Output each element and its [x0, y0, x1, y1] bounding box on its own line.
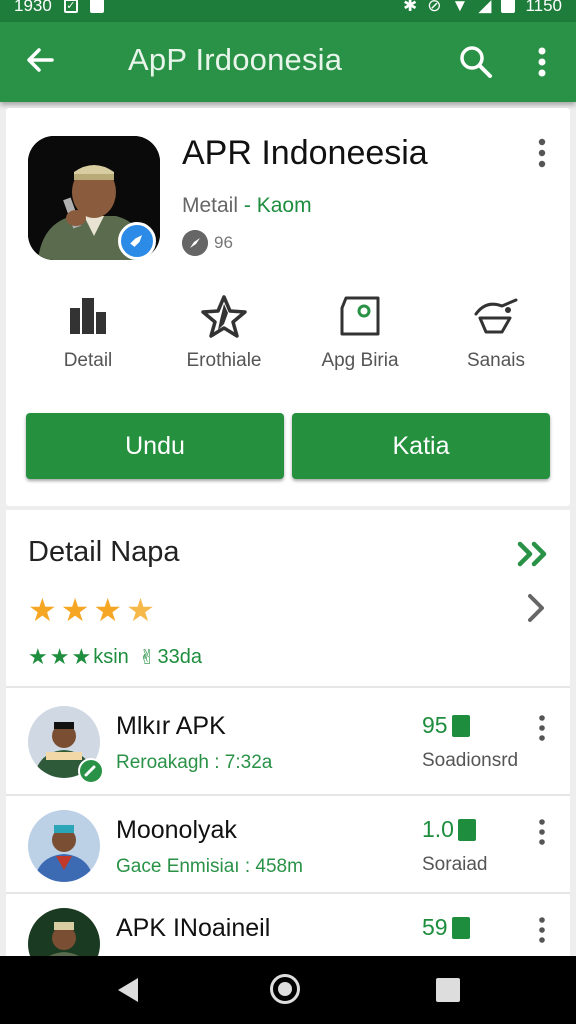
- rating-stars: ★ ★ ★ ★: [28, 594, 155, 626]
- bluetooth-icon: ✱: [403, 0, 418, 15]
- double-chevron-right-icon[interactable]: [516, 540, 552, 568]
- item-caption: Soadionsrd: [422, 750, 519, 771]
- green-star-icon: ★: [28, 644, 48, 669]
- verified-icon: [118, 222, 156, 260]
- checkbox-notification-icon: ✓: [63, 0, 78, 13]
- card-more-icon[interactable]: [530, 136, 554, 170]
- item-number-value: 1.0: [422, 816, 454, 842]
- action-sanais-label: Sanais: [466, 350, 526, 371]
- arrow-left-icon[interactable]: [22, 42, 58, 78]
- item-title: APK INoaineil: [116, 914, 271, 942]
- cart-icon: [474, 298, 518, 334]
- item-caption: Soraiad: [422, 854, 488, 875]
- item-more-icon[interactable]: [534, 714, 550, 742]
- update-badge-icon: [78, 758, 104, 784]
- divider: [6, 892, 570, 894]
- download-icon: [457, 818, 476, 841]
- item-subtitle: Gace Enmisiaı : 458m: [116, 856, 303, 877]
- action-detail-label: Detail: [63, 350, 113, 371]
- divider: [6, 794, 570, 796]
- mute-icon: ⊘: [427, 0, 442, 15]
- compass-icon: [182, 230, 208, 256]
- app-header-card: APR Indoneesia Metail - Kaom 96 Detail E…: [6, 108, 570, 506]
- thumb-icon: ✌: [138, 646, 156, 669]
- tag-icon: [340, 296, 380, 336]
- item-more-icon[interactable]: [534, 818, 550, 846]
- action-erothiale[interactable]: Erothiale: [154, 294, 294, 372]
- star-full-icon: ★: [93, 592, 123, 628]
- nav-recents-icon[interactable]: [436, 978, 460, 1002]
- green-star-icon: ★: [49, 644, 70, 669]
- app-meta-value: 96: [214, 233, 233, 252]
- rating-count: 33da: [157, 645, 203, 668]
- divider: [6, 686, 570, 688]
- app-name: APR Indoneesia: [182, 134, 428, 172]
- list-item[interactable]: Mlkır APK Reroakagh : 7:32a 95 Soadionsr…: [6, 700, 570, 798]
- item-number-value: 95: [422, 712, 448, 738]
- item-title: Moonolyak: [116, 816, 237, 844]
- star-outline-icon: [201, 295, 247, 338]
- app-bar-title: ApP Irdoonesia: [128, 42, 343, 77]
- detail-card: Detail Napa ★ ★ ★ ★ ★ ★ ★ ksin ✌ 33da Ml…: [6, 510, 570, 980]
- search-icon[interactable]: [456, 42, 496, 82]
- star-full-icon: ★: [28, 592, 57, 628]
- building-icon: [70, 298, 106, 334]
- item-number-value: 59: [422, 914, 448, 940]
- item-title: Mlkır APK: [116, 712, 226, 740]
- developer-name: Kaom: [256, 194, 312, 217]
- item-more-icon[interactable]: [534, 916, 550, 944]
- action-apg-biria[interactable]: Apg Biria: [290, 294, 430, 372]
- section-title: Detail Napa: [28, 536, 180, 568]
- download-icon: [451, 714, 470, 737]
- item-number: 1.0: [422, 816, 476, 843]
- status-time-left: 1930: [14, 0, 52, 15]
- download-icon: [451, 916, 470, 939]
- battery-icon: [501, 0, 516, 13]
- green-star-icon: ★: [71, 644, 92, 669]
- status-bar: 1930 ✓ ✱ ⊘ ▼ ◢ 1150: [0, 0, 576, 22]
- star-half-icon: ★: [126, 592, 155, 628]
- nav-home-icon[interactable]: [270, 974, 300, 1004]
- action-apg-biria-label: Apg Biria: [321, 350, 399, 371]
- secondary-button[interactable]: Katia: [292, 413, 550, 479]
- action-detail[interactable]: Detail: [18, 294, 158, 372]
- system-nav-bar: [0, 956, 576, 1024]
- rating-text: ksin: [93, 645, 129, 668]
- list-item[interactable]: Moonolyak Gace Enmisiaı : 458m 1.0 Sorai…: [6, 804, 570, 902]
- action-erothiale-label: Erothiale: [186, 350, 262, 371]
- app-bar: ApP Irdoonesia: [0, 22, 576, 102]
- status-time-right: 1150: [525, 0, 562, 15]
- item-subtitle: Reroakagh : 7:32a: [116, 752, 273, 773]
- chevron-right-icon[interactable]: [522, 590, 550, 626]
- star-full-icon: ★: [60, 592, 90, 628]
- notification-icon: [89, 0, 104, 13]
- nav-back-icon[interactable]: [114, 976, 142, 1004]
- item-number: 95: [422, 712, 470, 739]
- developer-prefix: Metail: [182, 194, 239, 217]
- signal-icon: ◢: [478, 0, 492, 15]
- avatar: [28, 810, 100, 882]
- more-vert-icon[interactable]: [528, 44, 556, 80]
- action-row: Detail Erothiale Apg Biria Sanais: [6, 294, 570, 384]
- app-meta: 96: [182, 230, 233, 256]
- wifi-icon: ▼: [451, 0, 469, 15]
- developer-line[interactable]: Metail - Kaom: [182, 194, 312, 218]
- item-number: 59: [422, 914, 470, 941]
- primary-button[interactable]: Undu: [26, 413, 284, 479]
- developer-separator: -: [238, 194, 257, 217]
- avatar-image: [28, 810, 100, 882]
- rating-summary: ★ ★ ★ ksin ✌ 33da: [28, 644, 202, 670]
- action-sanais[interactable]: Sanais: [426, 294, 566, 372]
